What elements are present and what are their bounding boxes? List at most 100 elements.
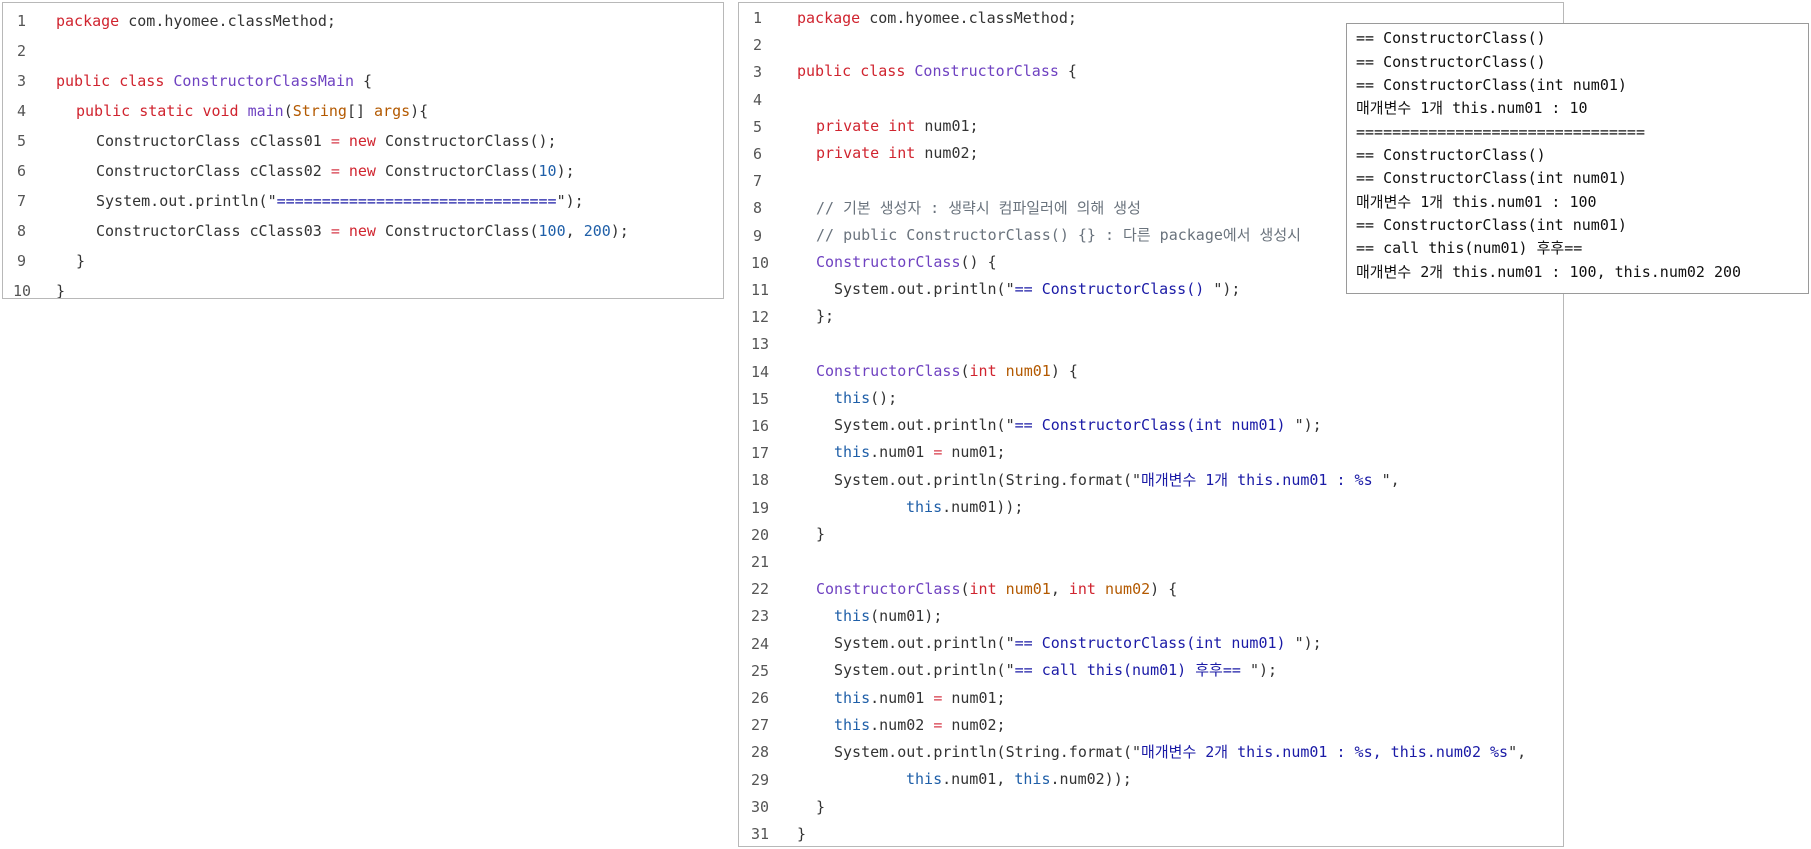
output-line: == ConstructorClass(int num01): [1356, 76, 1627, 94]
param-name: args: [374, 102, 411, 120]
code-line-18: System.out.println(String.format("매개변수 1…: [834, 471, 1400, 489]
console-output-panel: == ConstructorClass() == ConstructorClas…: [1346, 23, 1809, 294]
brace: }: [56, 282, 66, 299]
code-text: ConstructorClass cClass03: [96, 222, 331, 240]
line-number: 11: [751, 281, 770, 299]
line-number: 29: [751, 771, 770, 789]
code-line-30: }: [816, 798, 825, 816]
keyword: new: [348, 162, 376, 180]
line-number: 9: [753, 227, 763, 245]
keyword: void: [202, 102, 239, 120]
code-text: .num01));: [942, 498, 1024, 516]
line-number: 2: [753, 36, 763, 54]
package-name: com.hyomee.classMethod;: [119, 12, 336, 30]
code-text: ");: [1213, 280, 1241, 298]
string-literal: == ConstructorClass(): [1014, 280, 1214, 298]
line-number: 9: [17, 252, 27, 270]
code-text: ");: [1294, 634, 1322, 652]
line-number: 7: [753, 172, 763, 190]
code-line-5: private int num01;: [816, 117, 979, 135]
string-literal: 매개변수 2개 this.num01 : %s, this.num02 %s: [1141, 743, 1509, 761]
output-line: == ConstructorClass(int num01): [1356, 169, 1627, 187]
line-number: 17: [751, 444, 770, 462]
code-text: ();: [870, 389, 898, 407]
line-number: 30: [751, 798, 770, 816]
code-line-9: }: [76, 252, 85, 270]
output-line: == ConstructorClass(): [1356, 29, 1546, 47]
code-line-6: ConstructorClass cClass02 = new Construc…: [96, 162, 575, 180]
line-number: 1: [17, 12, 27, 30]
code-line-19: this.num01));: [906, 498, 1023, 516]
line-number: 8: [17, 222, 27, 240]
code-text: ConstructorClass(: [375, 222, 539, 240]
code-text: ) {: [1150, 580, 1178, 598]
code-text: System.out.println(": [96, 192, 277, 210]
line-number: 4: [17, 102, 27, 120]
code-text: num02;: [915, 144, 979, 162]
line-number: 8: [753, 199, 763, 217]
main-code-panel: 1 2 3 4 5 6 7 8 9 10 package com.hyomee.…: [2, 2, 724, 299]
code-line-8: // 기본 생성자 : 생략시 컴파일러에 의해 생성: [816, 199, 1141, 217]
code-text: ,: [565, 222, 584, 240]
keyword: this: [906, 498, 943, 516]
brace: }: [797, 825, 807, 843]
code-text: System.out.println(": [834, 416, 1015, 434]
code-line-6: private int num02;: [816, 144, 979, 162]
code-line-1: package com.hyomee.classMethod;: [56, 12, 336, 30]
keyword: public: [56, 72, 111, 90]
string-literal: == ConstructorClass(int num01): [1014, 634, 1295, 652]
output-line: == ConstructorClass(): [1356, 146, 1546, 164]
line-number: 7: [17, 192, 27, 210]
keyword: class: [860, 62, 906, 80]
line-number: 1: [753, 9, 763, 27]
line-number: 3: [753, 63, 763, 81]
code-text: (num01);: [870, 607, 943, 625]
code-text: ");: [1249, 661, 1278, 679]
code-text: ConstructorClass(: [375, 162, 539, 180]
brace: {: [1058, 62, 1077, 80]
code-line-10: }: [56, 282, 66, 299]
keyword: class: [119, 72, 165, 90]
code-line-15: this();: [834, 389, 897, 407]
param-name: num02: [1105, 580, 1151, 598]
keyword: new: [348, 222, 376, 240]
code-line-4: public static void main(String[] args){: [76, 102, 429, 120]
code-line-23: this(num01);: [834, 607, 942, 625]
code-line-9: // public ConstructorClass() {} : 다른 pac…: [816, 226, 1301, 244]
constructor-name: ConstructorClass: [816, 362, 961, 380]
keyword: new: [348, 132, 376, 150]
keyword: int: [888, 144, 916, 162]
keyword: static: [139, 102, 194, 120]
code-line-27: this.num02 = num02;: [834, 716, 1006, 734]
code-text: num01;: [942, 443, 1006, 461]
code-line-8: ConstructorClass cClass03 = new Construc…: [96, 222, 629, 240]
code-text: .num02));: [1050, 770, 1132, 788]
code-line-1: package com.hyomee.classMethod;: [797, 9, 1077, 27]
line-number: 22: [751, 580, 770, 598]
code-text: );: [610, 222, 629, 240]
keyword: int: [969, 580, 997, 598]
operator: =: [330, 132, 340, 150]
code-line-11: System.out.println("== ConstructorClass(…: [834, 280, 1240, 298]
line-number: 13: [751, 335, 770, 353]
output-line: 매개변수 2개 this.num01 : 100, this.num02 200: [1356, 263, 1742, 281]
code-text: ");: [556, 192, 584, 210]
keyword: int: [969, 362, 997, 380]
param-name: num01: [1005, 362, 1051, 380]
output-line: 매개변수 1개 this.num01 : 100: [1356, 193, 1597, 211]
code-text: ConstructorClass cClass01: [96, 132, 331, 150]
class-name: ConstructorClassMain: [173, 72, 355, 90]
code-line-5: ConstructorClass cClass01 = new Construc…: [96, 132, 557, 150]
code-text: .num01: [870, 443, 934, 461]
brace: {: [354, 72, 373, 90]
keyword: public: [797, 62, 852, 80]
keyword: private: [816, 144, 880, 162]
keyword: this: [834, 716, 871, 734]
line-number: 23: [751, 607, 770, 625]
string-literal: == ConstructorClass(int num01): [1014, 416, 1295, 434]
code-text: ) {: [1050, 362, 1078, 380]
line-number: 25: [751, 662, 770, 680]
line-number: 16: [751, 417, 770, 435]
output-line: 매개변수 1개 this.num01 : 10: [1356, 99, 1588, 117]
brace: };: [816, 307, 835, 325]
